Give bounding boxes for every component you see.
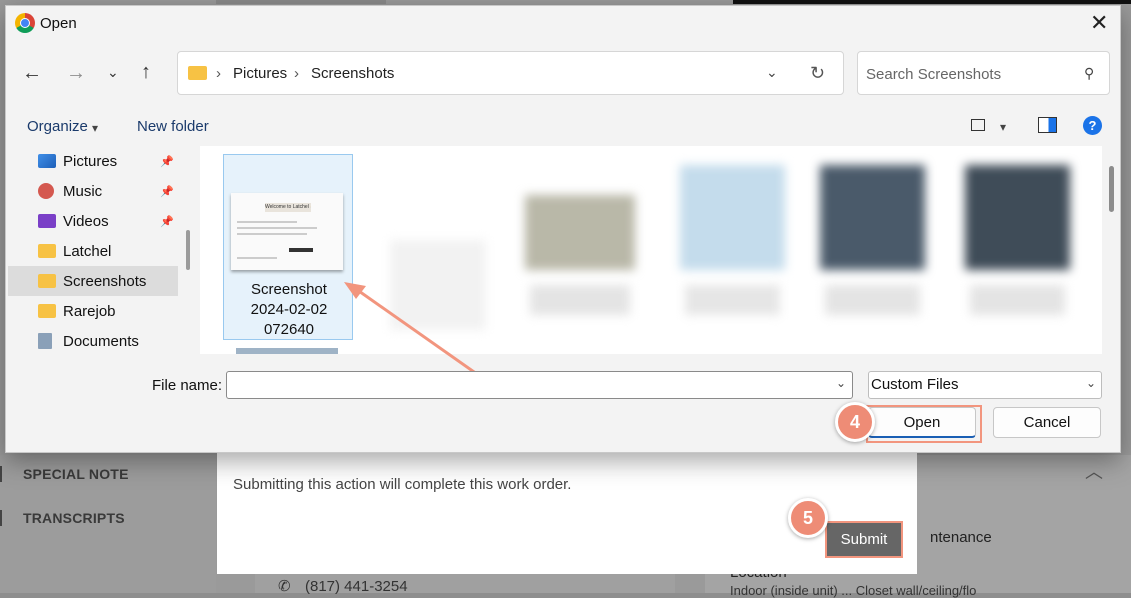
open-button[interactable]: Open xyxy=(868,407,976,438)
annotation-arrow xyxy=(344,282,495,388)
cancel-button[interactable]: Cancel xyxy=(993,407,1101,438)
file-name-label: File name: xyxy=(152,377,223,394)
step-4-badge: 4 xyxy=(835,402,875,442)
file-type-dropdown-icon[interactable]: ⌄ xyxy=(1086,376,1096,390)
file-name-dropdown-icon[interactable]: ⌄ xyxy=(836,376,846,390)
annotation-arrow-head xyxy=(344,282,366,299)
file-name-input[interactable] xyxy=(226,371,853,399)
file-type-value: Custom Files xyxy=(871,376,959,393)
